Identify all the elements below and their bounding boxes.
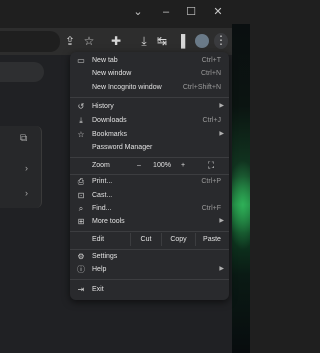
menu-item-find[interactable]: ⌕ Find... Ctrl+F	[70, 202, 229, 215]
zoom-level: 100%	[153, 162, 171, 169]
menu-item-help[interactable]: ⓘ Help ▶	[70, 263, 229, 276]
menu-item-settings[interactable]: ⚙ Settings	[70, 250, 229, 263]
fullscreen-icon[interactable]: ⛶	[205, 159, 217, 172]
download-icon[interactable]: ⤓	[137, 34, 151, 48]
menu-icon[interactable]: ⋮	[214, 33, 228, 49]
printer-icon: ⎙	[77, 177, 85, 186]
gear-icon: ⚙	[77, 252, 85, 261]
menu-item-cast[interactable]: ⊡ Cast...	[70, 189, 229, 202]
cut-button[interactable]: Cut	[131, 233, 161, 246]
address-bar[interactable]	[0, 31, 60, 52]
menu-item-new-window[interactable]: New window Ctrl+N	[70, 67, 229, 80]
menu-item-edit: Edit Cut Copy Paste	[70, 233, 229, 246]
help-icon: ⓘ	[77, 265, 85, 274]
menu-item-new-tab[interactable]: ▭ New tab Ctrl+T	[70, 54, 229, 67]
menu-item-print[interactable]: ⎙ Print... Ctrl+P	[70, 175, 229, 188]
zoom-in-button[interactable]: +	[177, 159, 189, 172]
share-icon[interactable]: ⇪	[63, 34, 77, 48]
chevron-right-icon: ▶	[219, 103, 224, 109]
cast-icon: ⊡	[77, 191, 85, 200]
page-search-bar[interactable]	[0, 62, 44, 82]
extensions-icon[interactable]: ✚	[109, 34, 123, 48]
chevron-right-icon: ▶	[219, 131, 224, 137]
side-panel-icon[interactable]: ▐	[174, 34, 188, 48]
menu-item-more-tools[interactable]: ⊞ More tools ▶	[70, 215, 229, 228]
chevron-right-icon[interactable]: ›	[25, 163, 28, 173]
menu-item-zoom: Zoom – 100% + ⛶	[70, 159, 229, 172]
exit-icon: ⇥	[77, 285, 85, 294]
menu-divider	[70, 97, 229, 98]
paste-button[interactable]: Paste	[196, 233, 228, 246]
close-button[interactable]: ✕	[211, 5, 225, 19]
menu-item-downloads[interactable]: ⤓ Downloads Ctrl+J	[70, 114, 229, 127]
chevron-right-icon[interactable]: ›	[25, 188, 28, 198]
zoom-out-button[interactable]: –	[132, 159, 146, 172]
tab-search-icon[interactable]: ↹	[155, 34, 169, 48]
minimize-button[interactable]: –	[159, 5, 173, 19]
maximize-button[interactable]: ☐	[184, 5, 198, 19]
download-icon: ⤓	[79, 116, 83, 125]
open-external-icon[interactable]: ⧉	[20, 133, 27, 144]
new-tab-icon: ▭	[77, 56, 85, 65]
profile-avatar[interactable]	[195, 34, 209, 48]
chevron-right-icon: ▶	[219, 218, 224, 224]
tab-search-dropdown-button[interactable]: ⌄	[131, 5, 145, 19]
menu-divider	[70, 157, 229, 158]
menu-divider	[70, 231, 229, 232]
menu-item-password-manager[interactable]: Password Manager	[70, 141, 229, 154]
menu-divider	[70, 279, 229, 280]
chrome-main-menu: ▭ New tab Ctrl+T New window Ctrl+N New I…	[70, 52, 229, 300]
star-icon[interactable]: ☆	[82, 34, 96, 48]
star-icon: ☆	[77, 130, 85, 139]
menu-item-exit[interactable]: ⇥ Exit	[70, 283, 229, 296]
menu-item-bookmarks[interactable]: ☆ Bookmarks ▶	[70, 128, 229, 141]
chevron-right-icon: ▶	[219, 266, 224, 272]
menu-item-history[interactable]: ↺ History ▶	[70, 100, 229, 113]
find-icon: ⌕	[78, 204, 84, 213]
history-icon: ↺	[77, 102, 85, 111]
menu-item-new-incognito-window[interactable]: New Incognito window Ctrl+Shift+N	[70, 81, 229, 94]
copy-button[interactable]: Copy	[162, 233, 195, 246]
toolbox-icon: ⊞	[77, 217, 85, 226]
